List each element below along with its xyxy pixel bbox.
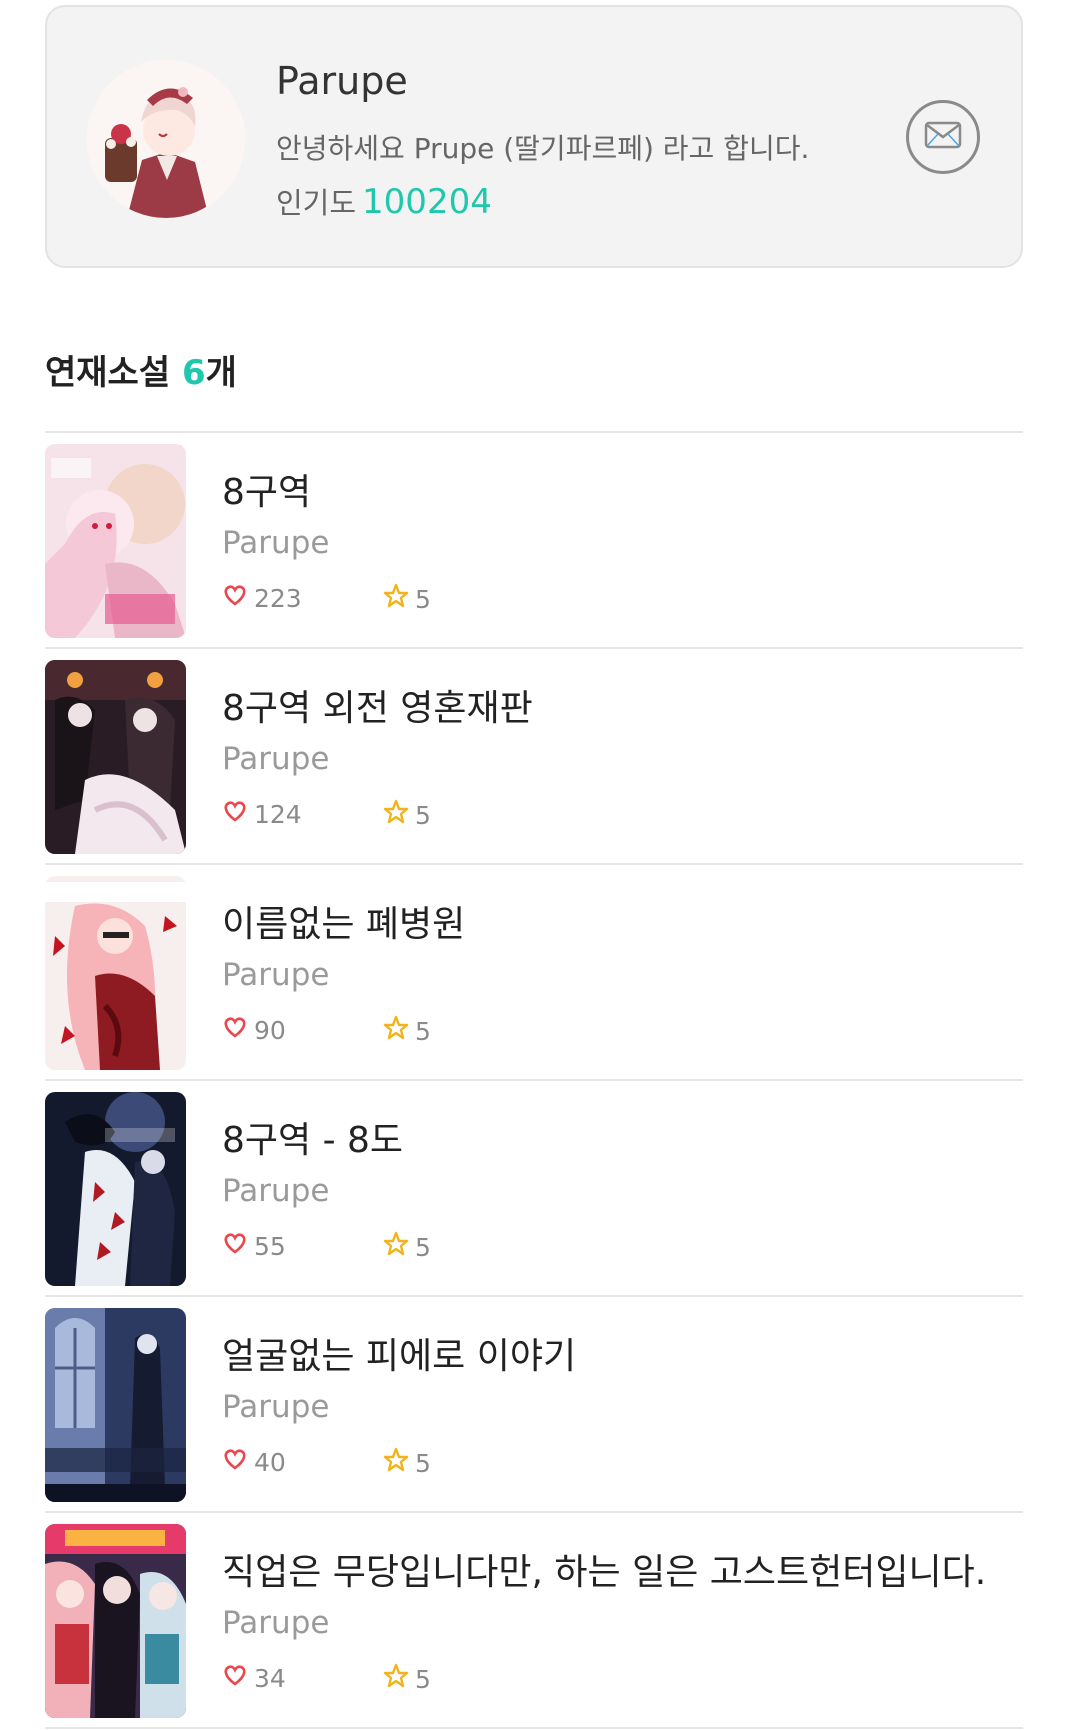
rating: 5 [383, 583, 431, 615]
novel-cover[interactable] [45, 1524, 186, 1718]
likes-count: 34 [254, 1663, 286, 1693]
likes-count: 124 [254, 799, 302, 829]
novel-item[interactable]: 8구역 Parupe 223 5 [45, 433, 1023, 649]
novel-author: Parupe [222, 1389, 330, 1425]
rating: 5 [383, 1447, 431, 1479]
novel-item[interactable]: 직업은 무당입니다만, 하는 일은 고스트헌터입니다. Parupe 34 5 [45, 1513, 1023, 1729]
heart-icon [222, 799, 254, 829]
novel-author: Parupe [222, 1173, 330, 1209]
star-icon [383, 583, 415, 615]
likes: 223 [222, 583, 302, 613]
novel-cover[interactable] [45, 876, 186, 1070]
novel-author: Parupe [222, 1605, 330, 1641]
popularity: 인기도 100204 [276, 180, 492, 222]
novel-count-suffix: 개 [205, 353, 237, 393]
likes: 34 [222, 1663, 286, 1693]
rating-value: 5 [415, 584, 431, 614]
rating: 5 [383, 1663, 431, 1695]
novel-item[interactable]: 8구역 - 8도 Parupe 55 5 [45, 1081, 1023, 1297]
novel-count: 6 [181, 353, 206, 393]
likes-count: 223 [254, 583, 302, 613]
avatar[interactable] [87, 60, 245, 218]
star-icon [383, 1663, 415, 1695]
section-title-label: 연재소설 [45, 353, 171, 393]
rating-value: 5 [415, 1448, 431, 1478]
message-button[interactable] [906, 100, 980, 174]
rating: 5 [383, 1015, 431, 1047]
novel-item[interactable]: 얼굴없는 피에로 이야기 Parupe 40 5 [45, 1297, 1023, 1513]
envelope-icon [924, 120, 962, 154]
heart-icon [222, 1231, 254, 1261]
star-icon [383, 799, 415, 831]
popularity-label: 인기도 [276, 186, 357, 220]
novel-title[interactable]: 8구역 [222, 463, 311, 515]
rating-value: 5 [415, 1664, 431, 1694]
novel-title[interactable]: 이름없는 폐병원 [222, 895, 465, 947]
novel-title[interactable]: 8구역 - 8도 [222, 1111, 403, 1163]
star-icon [383, 1447, 415, 1479]
heart-icon [222, 1447, 254, 1477]
novel-cover[interactable] [45, 1308, 186, 1502]
heart-icon [222, 1015, 254, 1045]
rating-value: 5 [415, 1232, 431, 1262]
profile-card: Parupe 안녕하세요 Prupe (딸기파르페) 라고 합니다. 인기도 10… [45, 5, 1023, 268]
likes-count: 90 [254, 1015, 286, 1045]
author-name: Parupe [276, 59, 408, 103]
novel-title[interactable]: 직업은 무당입니다만, 하는 일은 고스트헌터입니다. [222, 1543, 986, 1595]
novel-author: Parupe [222, 741, 330, 777]
novel-title[interactable]: 얼굴없는 피에로 이야기 [222, 1327, 576, 1379]
heart-icon [222, 1663, 254, 1693]
novel-title[interactable]: 8구역 외전 영혼재판 [222, 679, 533, 731]
novel-author: Parupe [222, 525, 330, 561]
rating: 5 [383, 799, 431, 831]
novel-list: 8구역 Parupe 223 5 8구역 외전 영혼재판 Parupe 124 … [45, 433, 1023, 1729]
likes-count: 40 [254, 1447, 286, 1477]
likes: 40 [222, 1447, 286, 1477]
novel-item[interactable]: 8구역 외전 영혼재판 Parupe 124 5 [45, 649, 1023, 865]
likes: 90 [222, 1015, 286, 1045]
likes: 55 [222, 1231, 286, 1261]
novel-author: Parupe [222, 957, 330, 993]
heart-icon [222, 583, 254, 613]
popularity-value: 100204 [362, 182, 492, 222]
section-title: 연재소설 6개 [45, 345, 237, 394]
rating-value: 5 [415, 1016, 431, 1046]
novel-cover[interactable] [45, 444, 186, 638]
likes: 124 [222, 799, 302, 829]
novel-cover[interactable] [45, 1092, 186, 1286]
novel-item[interactable]: 이름없는 폐병원 Parupe 90 5 [45, 865, 1023, 1081]
star-icon [383, 1231, 415, 1263]
star-icon [383, 1015, 415, 1047]
novel-cover[interactable] [45, 660, 186, 854]
likes-count: 55 [254, 1231, 286, 1261]
rating: 5 [383, 1231, 431, 1263]
rating-value: 5 [415, 800, 431, 830]
author-bio: 안녕하세요 Prupe (딸기파르페) 라고 합니다. [276, 132, 810, 165]
